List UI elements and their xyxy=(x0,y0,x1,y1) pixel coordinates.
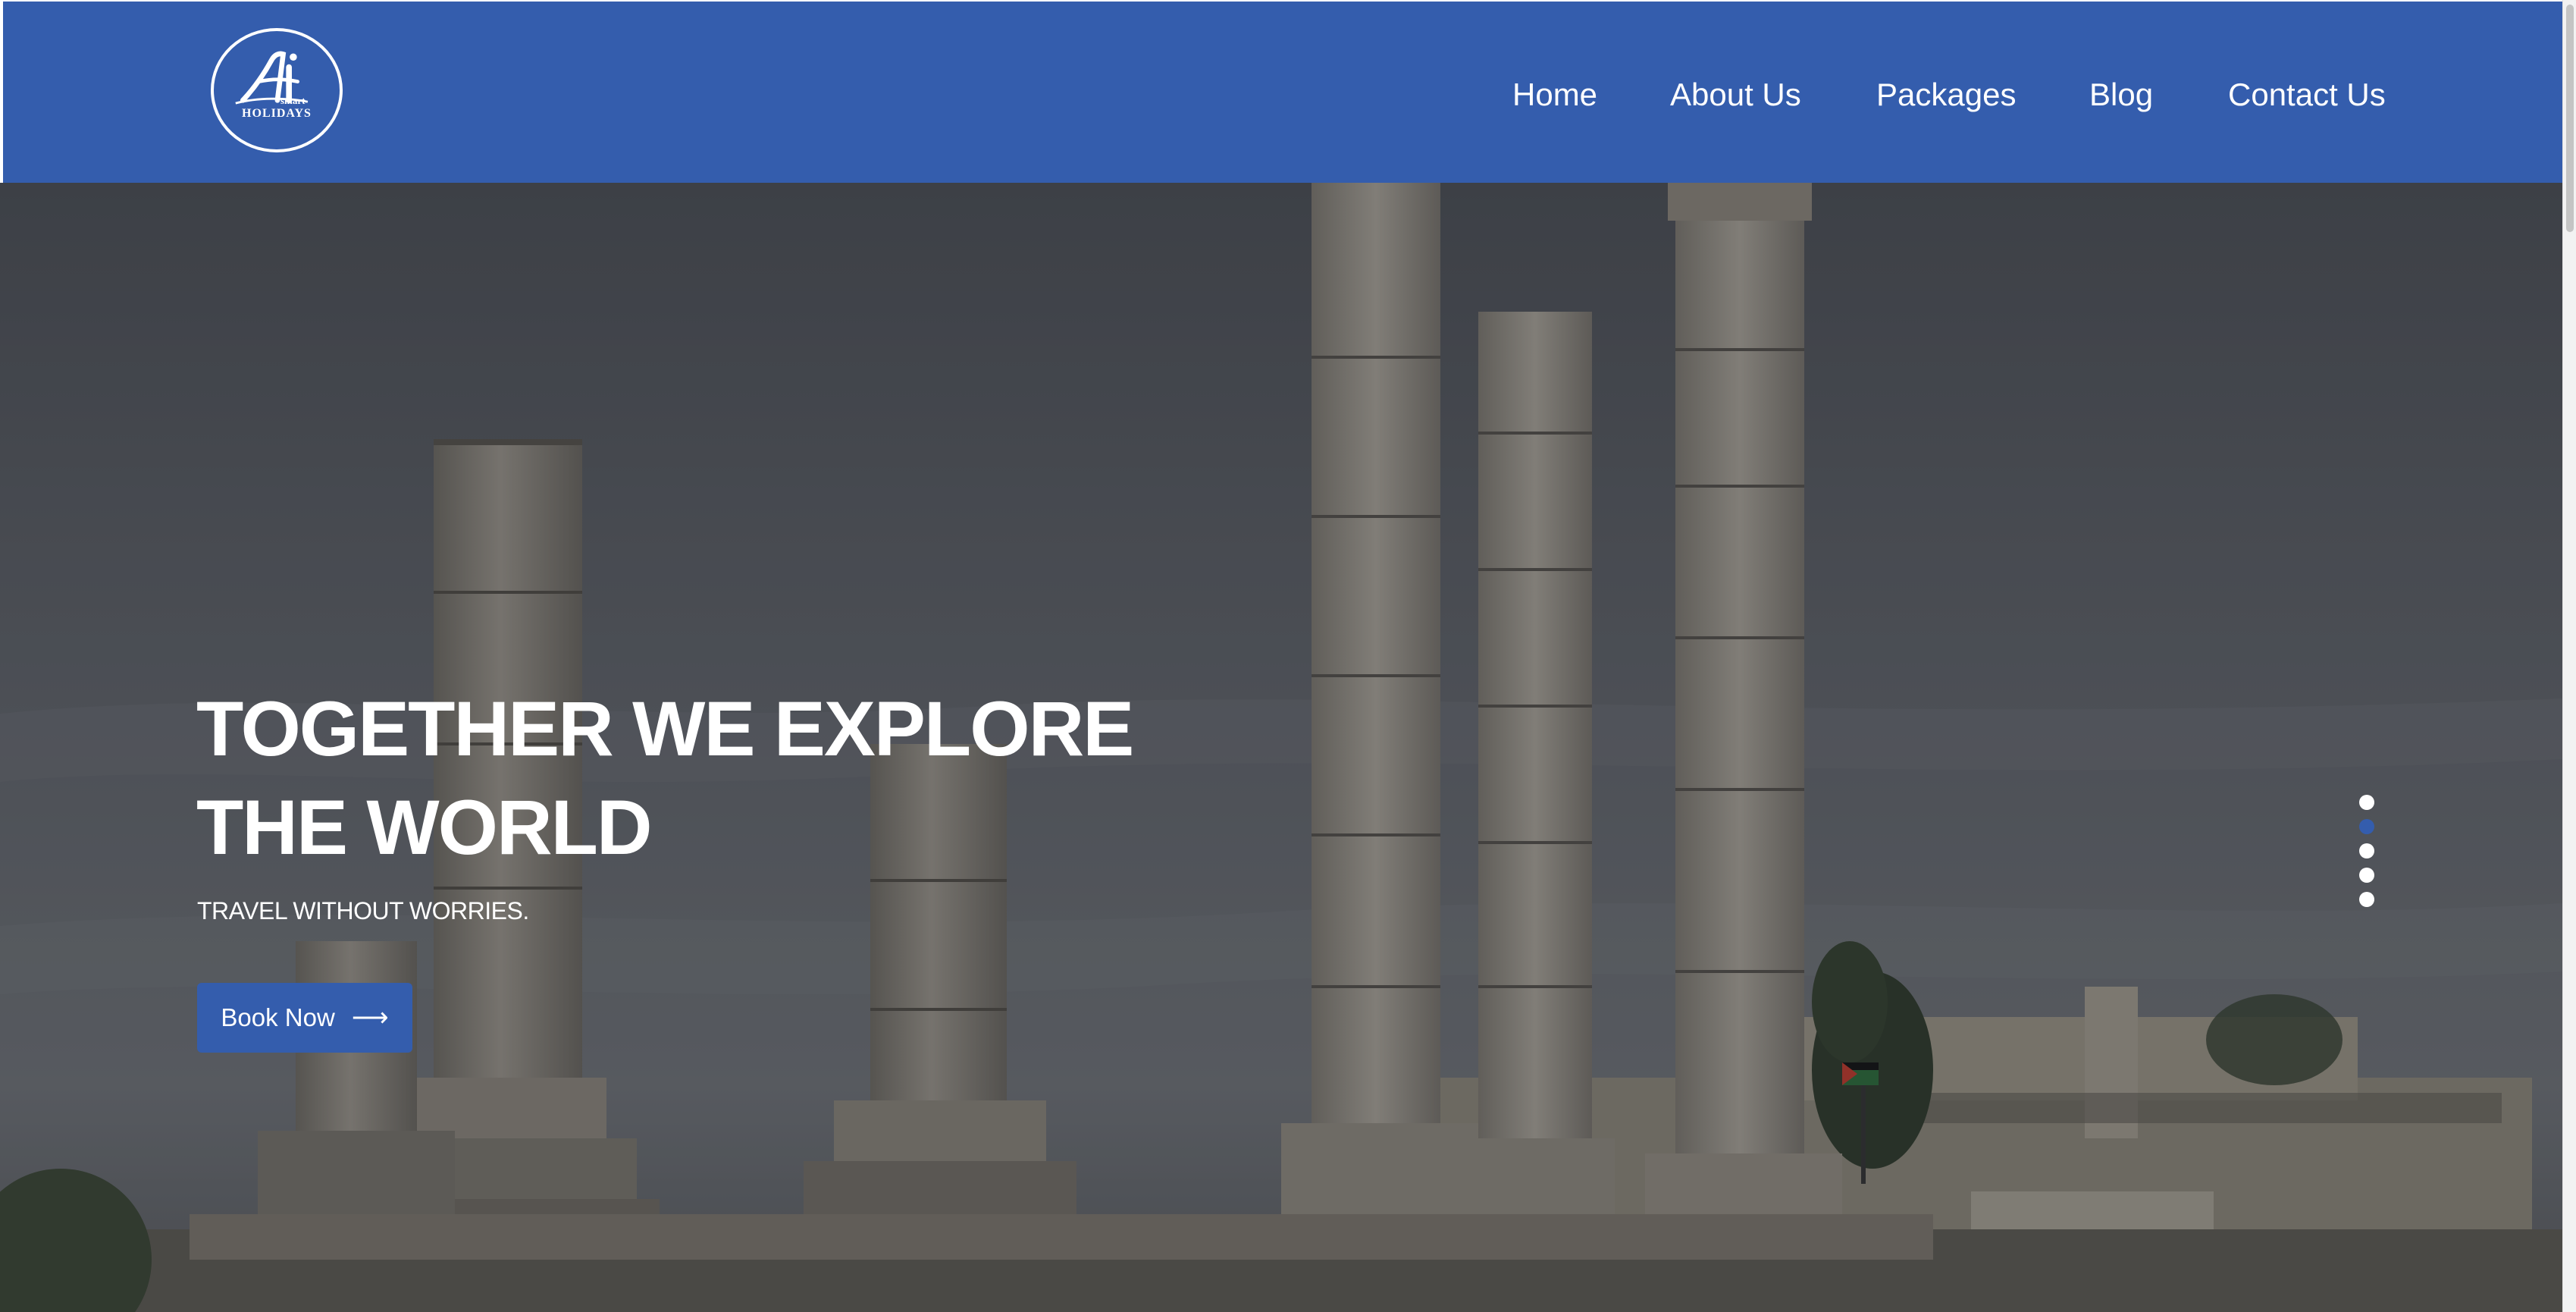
slider-dot[interactable] xyxy=(2359,843,2374,858)
book-now-label: Book Now xyxy=(221,1003,335,1031)
slider-pagination xyxy=(2359,795,2376,916)
hero-title-line-1: TOGETHER WE EXPLORE xyxy=(196,686,1134,772)
slider-dot[interactable] xyxy=(2359,819,2374,834)
main-nav: Home About Us Packages Blog Contact Us xyxy=(3,68,2562,121)
slider-dot[interactable] xyxy=(2359,795,2374,810)
scrollbar-thumb[interactable] xyxy=(2566,5,2574,232)
nav-link-blog[interactable]: Blog xyxy=(2089,68,2153,121)
nav-link-about-us[interactable]: About Us xyxy=(1670,68,1801,121)
slider-dot[interactable] xyxy=(2359,868,2374,883)
slider-dot[interactable] xyxy=(2359,892,2374,907)
hero-slider: TOGETHER WE EXPLORE THE WORLD TRAVEL WIT… xyxy=(0,183,2562,1312)
book-now-button[interactable]: Book Now ⟶ xyxy=(197,983,412,1053)
arrow-right-icon: ⟶ xyxy=(351,1003,389,1032)
page: smart HOLIDAYS Home About Us Packages Bl… xyxy=(0,0,2576,1312)
nav-link-contact-us[interactable]: Contact Us xyxy=(2228,68,2386,121)
hero-title-line-2: THE WORLD xyxy=(196,784,653,871)
nav-link-packages[interactable]: Packages xyxy=(1876,68,2016,121)
hero-subtitle: TRAVEL WITHOUT WORRIES. xyxy=(197,897,529,924)
nav-link-home[interactable]: Home xyxy=(1512,68,1597,121)
page-scrollbar[interactable] xyxy=(2562,0,2576,1312)
hero-title: TOGETHER WE EXPLORE THE WORLD xyxy=(196,680,1182,877)
site-header: smart HOLIDAYS Home About Us Packages Bl… xyxy=(3,2,2562,183)
